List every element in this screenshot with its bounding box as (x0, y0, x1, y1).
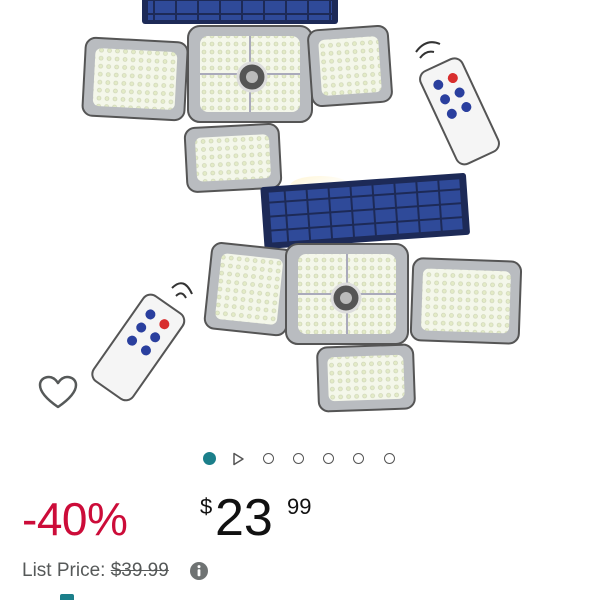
discount-percentage: -40% (22, 493, 128, 545)
price-currency-symbol: $ (200, 494, 213, 519)
heart-icon (38, 375, 78, 409)
light-head-bottom-center (285, 243, 409, 345)
carousel-indicator (0, 450, 600, 470)
light-head-top-bottom (183, 123, 283, 193)
carousel-dot-1[interactable] (203, 452, 216, 465)
carousel-dot-4[interactable] (293, 453, 304, 464)
product-photo (81, 0, 523, 413)
light-head-bottom-bottom (316, 343, 416, 413)
light-head-bottom-left (203, 242, 295, 337)
list-price: List Price: $39.99 (22, 560, 169, 582)
light-head-top-left (81, 36, 189, 122)
list-price-value: $39.99 (110, 560, 169, 581)
price-fraction: 99 (287, 494, 312, 519)
carousel-dot-6[interactable] (353, 453, 364, 464)
light-head-top-right (307, 24, 393, 108)
remote-control-top (419, 57, 500, 166)
price-row: -40% $ 23 99 (22, 484, 582, 554)
light-head-top-center (187, 25, 313, 123)
play-icon[interactable] (231, 452, 245, 466)
info-icon[interactable] (189, 561, 209, 581)
product-image[interactable] (0, 0, 600, 440)
list-price-label: List Price: (22, 560, 106, 581)
remote-control-bottom (91, 293, 186, 402)
carousel-dot-7[interactable] (384, 453, 395, 464)
carousel-dot-3[interactable] (263, 453, 274, 464)
carousel-dot-5[interactable] (323, 453, 334, 464)
price-whole: 23 (215, 489, 273, 547)
wishlist-heart-button[interactable] (38, 375, 78, 411)
partial-element (60, 594, 74, 600)
light-head-bottom-right (409, 257, 523, 345)
